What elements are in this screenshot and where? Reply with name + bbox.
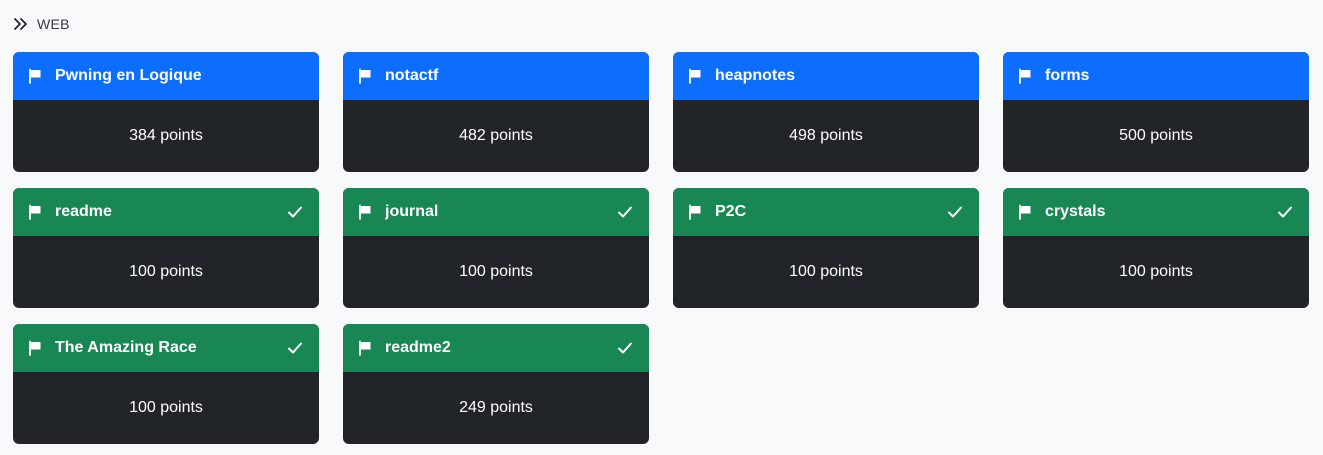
challenge-grid: Pwning en Logique 384 points notactf 482… bbox=[13, 52, 1309, 444]
challenge-points: 100 points bbox=[129, 399, 203, 416]
challenge-name: readme2 bbox=[385, 339, 451, 356]
challenge-card[interactable]: journal 100 points bbox=[343, 188, 649, 308]
challenge-card[interactable]: crystals 100 points bbox=[1003, 188, 1309, 308]
challenge-card[interactable]: forms 500 points bbox=[1003, 52, 1309, 172]
challenge-points: 100 points bbox=[129, 263, 203, 280]
challenge-card[interactable]: Pwning en Logique 384 points bbox=[13, 52, 319, 172]
challenge-name: notactf bbox=[385, 67, 439, 84]
category-label: WEB bbox=[37, 16, 70, 32]
check-icon bbox=[1278, 206, 1292, 218]
challenge-name: The Amazing Race bbox=[55, 339, 197, 356]
challenge-card[interactable]: The Amazing Race 100 points bbox=[13, 324, 319, 444]
challenge-card[interactable]: readme 100 points bbox=[13, 188, 319, 308]
challenge-points: 500 points bbox=[1119, 127, 1193, 144]
challenge-card[interactable]: readme2 249 points bbox=[343, 324, 649, 444]
challenge-card[interactable]: notactf 482 points bbox=[343, 52, 649, 172]
check-icon bbox=[618, 206, 632, 218]
challenge-name: forms bbox=[1045, 67, 1090, 84]
challenge-points: 249 points bbox=[459, 399, 533, 416]
check-icon bbox=[288, 342, 302, 354]
flag-icon bbox=[359, 340, 371, 356]
challenge-card-header: P2C bbox=[673, 188, 979, 236]
challenge-points: 384 points bbox=[129, 127, 203, 144]
challenge-name: Pwning en Logique bbox=[55, 67, 202, 84]
flag-icon bbox=[689, 204, 701, 220]
flag-icon bbox=[1019, 68, 1031, 84]
flag-icon bbox=[29, 340, 41, 356]
challenge-name: journal bbox=[385, 203, 439, 220]
check-icon bbox=[948, 206, 962, 218]
flag-icon bbox=[1019, 204, 1031, 220]
challenge-card-header: readme2 bbox=[343, 324, 649, 372]
challenge-points: 100 points bbox=[1119, 263, 1193, 280]
challenge-card-header: readme bbox=[13, 188, 319, 236]
category-header: WEB bbox=[13, 16, 70, 32]
check-icon bbox=[288, 206, 302, 218]
challenge-card-header: heapnotes bbox=[673, 52, 979, 100]
challenge-points: 100 points bbox=[459, 263, 533, 280]
challenge-card-header: journal bbox=[343, 188, 649, 236]
challenge-points: 498 points bbox=[789, 127, 863, 144]
flag-icon bbox=[689, 68, 701, 84]
flag-icon bbox=[359, 204, 371, 220]
challenge-name: crystals bbox=[1045, 203, 1106, 220]
challenge-card-header: Pwning en Logique bbox=[13, 52, 319, 100]
challenge-points: 482 points bbox=[459, 127, 533, 144]
challenge-card[interactable]: heapnotes 498 points bbox=[673, 52, 979, 172]
challenge-card-header: The Amazing Race bbox=[13, 324, 319, 372]
double-chevron-right-icon bbox=[14, 18, 27, 30]
challenge-points: 100 points bbox=[789, 263, 863, 280]
challenge-card-header: forms bbox=[1003, 52, 1309, 100]
challenge-card[interactable]: P2C 100 points bbox=[673, 188, 979, 308]
challenge-name: heapnotes bbox=[715, 67, 796, 84]
flag-icon bbox=[29, 68, 41, 84]
challenge-name: readme bbox=[55, 203, 112, 220]
challenge-card-header: crystals bbox=[1003, 188, 1309, 236]
challenge-card-header: notactf bbox=[343, 52, 649, 100]
check-icon bbox=[618, 342, 632, 354]
challenge-name: P2C bbox=[715, 203, 747, 220]
flag-icon bbox=[359, 68, 371, 84]
flag-icon bbox=[29, 204, 41, 220]
